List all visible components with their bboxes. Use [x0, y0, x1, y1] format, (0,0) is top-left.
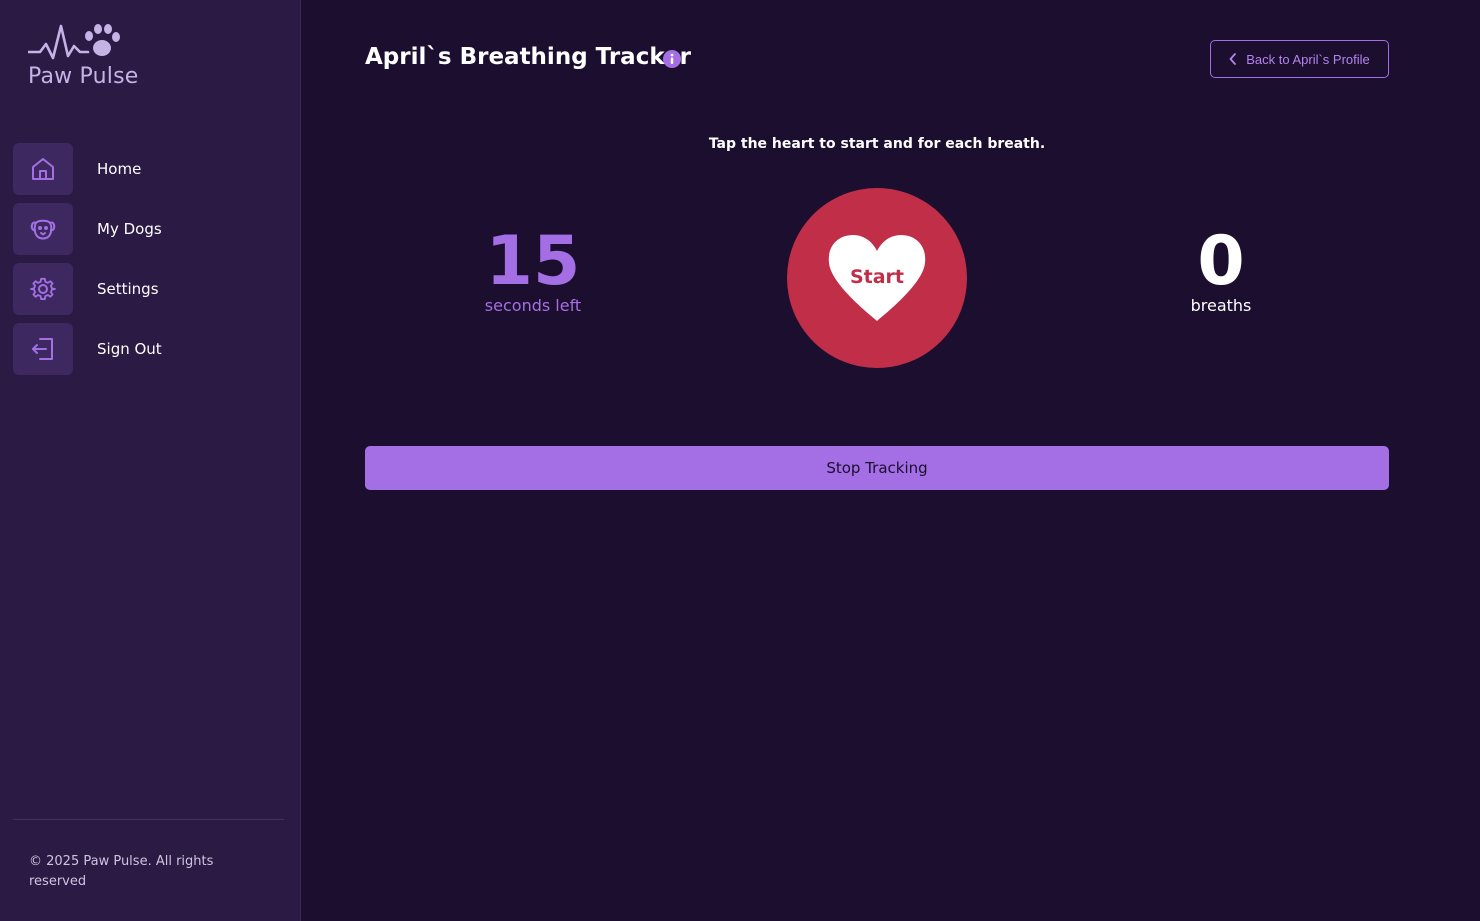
sidebar-icon-box [13, 143, 73, 195]
sidebar: Paw Pulse Home My Dogs Settings Sign Out… [0, 0, 301, 921]
dog-face-icon [30, 219, 56, 240]
sign-out-icon [32, 338, 53, 360]
heartbeat-paw-icon [28, 24, 120, 60]
sidebar-item-label: Home [97, 160, 142, 178]
sidebar-icon-box [13, 203, 73, 255]
brand-name: Paw Pulse [28, 64, 139, 89]
sidebar-item-label: My Dogs [97, 220, 162, 238]
page-title: April`s Breathing Tracker [365, 44, 691, 70]
copyright-text: © 2025 Paw Pulse. All rights reserved [29, 854, 214, 889]
info-icon[interactable] [662, 49, 682, 69]
tracker-instruction: Tap the heart to start and for each brea… [708, 136, 1046, 152]
back-to-profile-label: Back to April`s Profile [1246, 51, 1370, 67]
sidebar-item-home[interactable]: Home [13, 143, 285, 195]
sidebar-icon-box [13, 263, 73, 315]
breaths-label: breaths [1190, 296, 1252, 315]
stop-tracking-button[interactable]: Stop Tracking [365, 446, 1389, 490]
sidebar-divider [13, 819, 284, 820]
home-icon [32, 158, 54, 180]
heart-start-label: Start [849, 266, 905, 288]
seconds-left-label: seconds left [484, 296, 582, 315]
sidebar-nav: Home My Dogs Settings Sign Out [13, 143, 285, 383]
app-root: Paw Pulse Home My Dogs Settings Sign Out… [0, 0, 1480, 921]
seconds-left-value: 15 [485, 222, 581, 301]
back-to-profile-button[interactable]: Back to April`s Profile [1210, 40, 1389, 78]
sidebar-item-label: Sign Out [97, 340, 162, 358]
sidebar-item-sign-out[interactable]: Sign Out [13, 323, 285, 375]
chevron-left-icon [1229, 53, 1237, 65]
breaths-display: 0 breaths [1121, 222, 1321, 315]
gear-icon [30, 277, 56, 301]
sidebar-item-settings[interactable]: Settings [13, 263, 285, 315]
sidebar-icon-box [13, 323, 73, 375]
sidebar-item-label: Settings [97, 280, 159, 298]
breaths-count: 0 [1197, 222, 1245, 301]
main-content: April`s Breathing Tracker Back to April`… [301, 0, 1480, 921]
logo[interactable]: Paw Pulse [28, 22, 158, 92]
heart-start-button[interactable]: Start [787, 188, 967, 368]
timer-display: 15 seconds left [433, 222, 633, 315]
sidebar-item-my-dogs[interactable]: My Dogs [13, 203, 285, 255]
